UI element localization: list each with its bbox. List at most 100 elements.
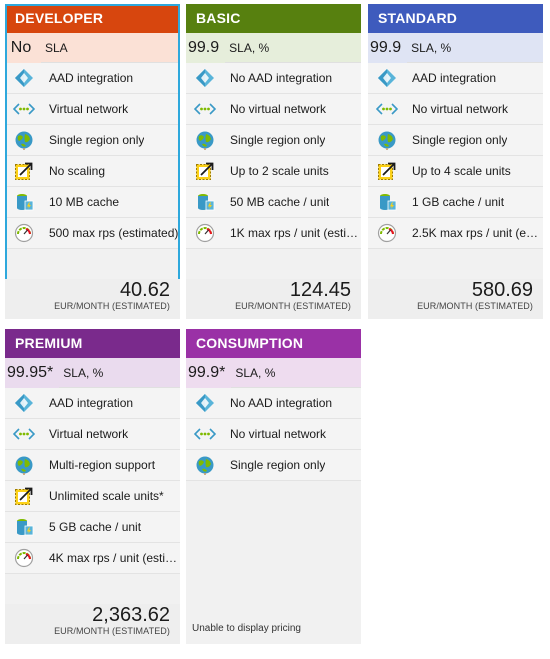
feature-text: No AAD integration bbox=[230, 71, 333, 85]
feature-row: Single region only bbox=[368, 125, 543, 156]
sla-label: SLA, % bbox=[235, 365, 276, 380]
feature-text: 2.5K max rps / unit (estimated) bbox=[412, 226, 542, 240]
feature-text: Single region only bbox=[230, 458, 326, 472]
feature-row: Virtual network bbox=[5, 94, 180, 125]
feature-text: No AAD integration bbox=[230, 396, 333, 410]
sla-label: SLA, % bbox=[63, 365, 104, 380]
price-block: 40.62 EUR/MONTH (ESTIMATED) bbox=[5, 279, 180, 319]
vnet-icon bbox=[194, 98, 216, 120]
feature-row: Single region only bbox=[186, 450, 361, 481]
sla-row: 99.9* SLA, % bbox=[186, 357, 361, 388]
sla-value: 99.95* bbox=[5, 357, 60, 388]
tier-name: PREMIUM bbox=[5, 329, 180, 358]
feature-row: Unlimited scale units* bbox=[5, 481, 180, 512]
feature-text: Up to 2 scale units bbox=[230, 164, 329, 178]
feature-row: No AAD integration bbox=[186, 63, 361, 94]
tier-card-premium[interactable]: PREMIUM 99.95* SLA, % AAD integration Virtua… bbox=[5, 329, 180, 644]
feature-text: 1K max rps / unit (estimated) bbox=[230, 226, 360, 240]
cache-icon bbox=[13, 191, 35, 213]
pricing-unavailable-text: Unable to display pricing bbox=[192, 623, 301, 634]
aad-icon bbox=[376, 67, 398, 89]
feature-row: No virtual network bbox=[368, 94, 543, 125]
feature-row: AAD integration bbox=[5, 388, 180, 419]
feature-text: 500 max rps (estimated) bbox=[49, 226, 179, 240]
feature-text: 10 MB cache bbox=[49, 195, 120, 209]
price-amount: 40.62 bbox=[119, 279, 170, 301]
feature-text: AAD integration bbox=[49, 71, 134, 85]
tier-card-standard[interactable]: STANDARD 99.9 SLA, % AAD integration No virt… bbox=[368, 4, 543, 319]
feature-row: No AAD integration bbox=[186, 388, 361, 419]
price-block: 580.69 EUR/MONTH (ESTIMATED) bbox=[368, 279, 543, 319]
globe-icon bbox=[13, 454, 35, 476]
gauge-icon bbox=[13, 222, 35, 244]
sla-row: 99.95* SLA, % bbox=[5, 357, 180, 388]
feature-row: 4K max rps / unit (estimated) bbox=[5, 543, 180, 574]
feature-row: 500 max rps (estimated) bbox=[5, 218, 180, 249]
feature-row: 10 MB cache bbox=[5, 187, 180, 218]
vnet-icon bbox=[13, 423, 35, 445]
aad-icon bbox=[194, 67, 216, 89]
feature-row: 50 MB cache / unit bbox=[186, 187, 361, 218]
vnet-icon bbox=[194, 423, 216, 445]
feature-text: No virtual network bbox=[230, 427, 327, 441]
feature-text: 50 MB cache / unit bbox=[230, 195, 330, 209]
feature-row: 2.5K max rps / unit (estimated) bbox=[368, 218, 543, 249]
sla-row: 99.9 SLA, % bbox=[186, 32, 361, 63]
gauge-icon bbox=[376, 222, 398, 244]
feature-text: Single region only bbox=[49, 133, 145, 147]
feature-row: Up to 2 scale units bbox=[186, 156, 361, 187]
price-amount: 580.69 bbox=[471, 279, 533, 301]
price-unit: EUR/MONTH (ESTIMATED) bbox=[54, 301, 170, 311]
feature-row: No scaling bbox=[5, 156, 180, 187]
feature-row: Single region only bbox=[5, 125, 180, 156]
sla-label: SLA bbox=[45, 40, 68, 55]
feature-row: 5 GB cache / unit bbox=[5, 512, 180, 543]
cache-icon bbox=[13, 516, 35, 538]
price-amount: 2,363.62 bbox=[92, 604, 170, 626]
sla-value: No bbox=[5, 32, 41, 63]
feature-row: 1 GB cache / unit bbox=[368, 187, 543, 218]
tier-name: CONSUMPTION bbox=[186, 329, 361, 358]
feature-text: 5 GB cache / unit bbox=[49, 520, 142, 534]
globe-icon bbox=[376, 129, 398, 151]
sla-value: 99.9* bbox=[186, 357, 232, 388]
cache-icon bbox=[194, 191, 216, 213]
price-amount: 124.45 bbox=[289, 279, 351, 301]
feature-text: 1 GB cache / unit bbox=[412, 195, 505, 209]
price-unit: EUR/MONTH (ESTIMATED) bbox=[235, 301, 351, 311]
feature-text: AAD integration bbox=[412, 71, 497, 85]
feature-text: Single region only bbox=[412, 133, 508, 147]
price-unit: EUR/MONTH (ESTIMATED) bbox=[417, 301, 533, 311]
scale-icon bbox=[376, 160, 398, 182]
tier-card-basic[interactable]: BASIC 99.9 SLA, % No AAD integration No virt… bbox=[186, 4, 361, 319]
vnet-icon bbox=[13, 98, 35, 120]
feature-text: Unlimited scale units* bbox=[49, 489, 164, 503]
feature-row: Up to 4 scale units bbox=[368, 156, 543, 187]
feature-row: No virtual network bbox=[186, 94, 361, 125]
scale-icon bbox=[194, 160, 216, 182]
tier-name: STANDARD bbox=[368, 4, 543, 33]
sla-label: SLA, % bbox=[229, 40, 270, 55]
sla-value: 99.9 bbox=[368, 32, 408, 63]
tier-card-consumption[interactable]: CONSUMPTION 99.9* SLA, % No AAD integration… bbox=[186, 329, 361, 644]
sla-value: 99.9 bbox=[186, 32, 226, 63]
feature-text: No scaling bbox=[49, 164, 106, 178]
feature-text: 4K max rps / unit (estimated) bbox=[49, 551, 179, 565]
tier-name: BASIC bbox=[186, 4, 361, 33]
feature-row: Virtual network bbox=[5, 419, 180, 450]
globe-icon bbox=[194, 454, 216, 476]
feature-text: Virtual network bbox=[49, 102, 129, 116]
gauge-icon bbox=[194, 222, 216, 244]
tier-card-developer[interactable]: DEVELOPER No SLA AAD integration Virtual net… bbox=[5, 4, 180, 319]
scale-icon bbox=[13, 160, 35, 182]
feature-row: AAD integration bbox=[368, 63, 543, 94]
aad-icon bbox=[13, 392, 35, 414]
sla-label: SLA, % bbox=[411, 40, 452, 55]
feature-row: Single region only bbox=[186, 125, 361, 156]
aad-icon bbox=[13, 67, 35, 89]
tier-name: DEVELOPER bbox=[5, 4, 180, 33]
feature-text: No virtual network bbox=[230, 102, 327, 116]
gauge-icon bbox=[13, 547, 35, 569]
globe-icon bbox=[13, 129, 35, 151]
feature-text: Virtual network bbox=[49, 427, 129, 441]
